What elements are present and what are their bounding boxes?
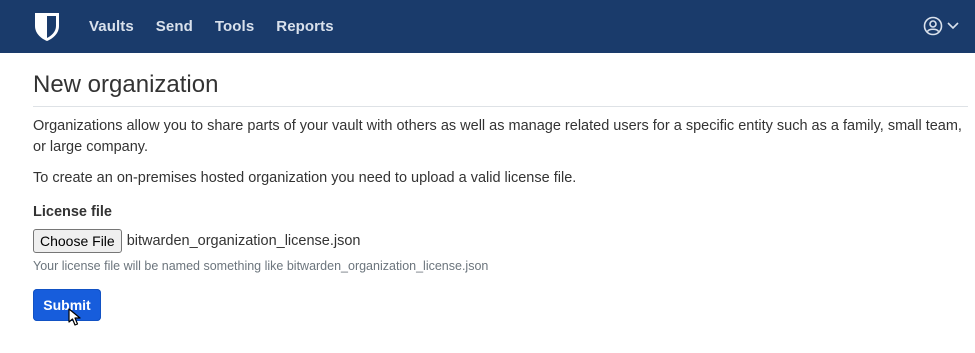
license-file-input[interactable]: Choose File bitwarden_organization_licen… [33,229,360,253]
choose-file-button[interactable]: Choose File [33,229,122,253]
license-help-text: Your license file will be named somethin… [33,259,489,273]
submit-button[interactable]: Submit [33,289,101,321]
nav-link-send[interactable]: Send [156,0,193,53]
user-circle-icon [923,16,943,36]
selected-file-name: bitwarden_organization_license.json [126,233,361,249]
page-header: New organization [33,53,968,107]
caret-down-icon [947,22,959,30]
organization-description: Organizations allow you to share parts o… [33,118,962,155]
onprem-note: To create an on-premises hosted organiza… [33,170,577,186]
nav-link-tools[interactable]: Tools [215,0,254,53]
nav-links: Vaults Send Tools Reports [89,0,356,53]
mouse-pointer-icon [68,308,81,326]
nav-link-vaults[interactable]: Vaults [89,0,134,53]
page-title: New organization [33,71,219,98]
nav-link-reports[interactable]: Reports [276,0,333,53]
user-menu[interactable] [923,16,959,36]
main-content: New organization Organizations allow you… [33,53,968,321]
top-navbar: Vaults Send Tools Reports [0,0,975,53]
license-file-label: License file [33,204,112,220]
bitwarden-shield-icon[interactable] [34,12,60,42]
